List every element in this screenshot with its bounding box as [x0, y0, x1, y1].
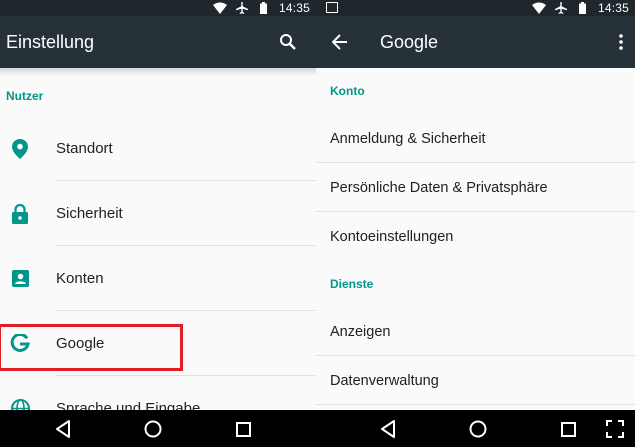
settings-item-label: Standort	[56, 140, 113, 157]
settings-item-label: Google	[56, 335, 105, 352]
back-button[interactable]	[320, 22, 360, 62]
app-toolbar: Einstellung	[0, 16, 316, 68]
home-circle-icon	[469, 420, 487, 438]
battery-icon	[576, 2, 590, 14]
google-item-label: Kontoeinstellungen	[330, 228, 454, 245]
location-pin-icon	[0, 138, 56, 159]
nav-back-button[interactable]	[52, 418, 74, 440]
nav-home-button[interactable]	[142, 418, 164, 440]
wifi-icon	[212, 2, 227, 14]
arrow-back-icon	[332, 34, 347, 50]
search-button[interactable]	[268, 22, 308, 62]
image-notification-icon	[326, 2, 338, 13]
toolbar-title: Einstellung	[6, 31, 95, 52]
airplane-mode-icon	[235, 2, 249, 14]
section-header-dienste: Dienste	[330, 277, 374, 291]
google-item-anmeldung[interactable]: Anmeldung & Sicherheit	[316, 114, 635, 163]
settings-item-google[interactable]: Google	[0, 311, 316, 376]
back-triangle-icon	[381, 420, 395, 438]
settings-list: Nutzer Standort Sicherheit Konten Google…	[0, 68, 316, 410]
settings-item-label: Konten	[56, 270, 104, 287]
status-bar: 14:35	[0, 0, 316, 16]
nav-recents-button[interactable]	[232, 418, 254, 440]
settings-item-standort[interactable]: Standort	[0, 116, 316, 181]
navigation-bar	[0, 410, 635, 447]
google-g-icon	[0, 333, 56, 354]
google-item-label: Anmeldung & Sicherheit	[330, 130, 486, 147]
nav-home-button-right[interactable]	[467, 418, 489, 440]
settings-item-konten[interactable]: Konten	[0, 246, 316, 311]
nav-recents-button-right[interactable]	[557, 418, 579, 440]
status-time: 14:35	[278, 1, 310, 15]
google-item-persoenliche-daten[interactable]: Persönliche Daten & Privatsphäre	[316, 163, 635, 212]
toolbar-title: Google	[380, 31, 439, 52]
wifi-icon	[531, 2, 546, 14]
google-item-kontoeinstellungen[interactable]: Kontoeinstellungen	[316, 212, 635, 261]
fullscreen-button[interactable]	[604, 418, 626, 440]
more-vert-icon	[619, 34, 623, 50]
search-icon	[280, 34, 296, 50]
globe-icon	[0, 399, 56, 410]
google-settings-pane: 14:35 Google Konto Anmeldung & Sicherhei…	[316, 0, 635, 410]
status-time: 14:35	[597, 1, 629, 15]
google-item-datenverwaltung[interactable]: Datenverwaltung	[316, 356, 635, 405]
settings-item-label: Sicherheit	[56, 205, 123, 222]
google-item-label: Anzeigen	[330, 323, 391, 340]
account-box-icon	[0, 270, 56, 287]
fullscreen-icon	[606, 420, 624, 438]
settings-item-sprache[interactable]: Sprache und Eingabe	[0, 376, 316, 410]
nav-back-button-right[interactable]	[377, 418, 399, 440]
battery-icon	[257, 2, 271, 14]
status-bar: 14:35	[316, 0, 635, 16]
lock-icon	[0, 203, 56, 224]
section-header-konto: Konto	[330, 84, 365, 98]
settings-pane: 14:35 Einstellung Nutzer Standort Sicher…	[0, 0, 316, 410]
settings-item-label: Sprache und Eingabe	[56, 400, 201, 410]
airplane-mode-icon	[554, 2, 568, 14]
home-circle-icon	[144, 420, 162, 438]
section-header-nutzer: Nutzer	[6, 89, 44, 103]
overflow-menu-button[interactable]	[607, 22, 635, 62]
google-item-label: Datenverwaltung	[330, 372, 439, 389]
recents-square-icon	[235, 421, 251, 437]
app-toolbar: Google	[316, 16, 635, 68]
recents-square-icon	[560, 421, 576, 437]
back-triangle-icon	[56, 420, 70, 438]
google-settings-list: Konto Anmeldung & Sicherheit Persönliche…	[316, 68, 635, 410]
google-item-anzeigen[interactable]: Anzeigen	[316, 307, 635, 356]
settings-item-sicherheit[interactable]: Sicherheit	[0, 181, 316, 246]
google-item-label: Persönliche Daten & Privatsphäre	[330, 179, 548, 196]
